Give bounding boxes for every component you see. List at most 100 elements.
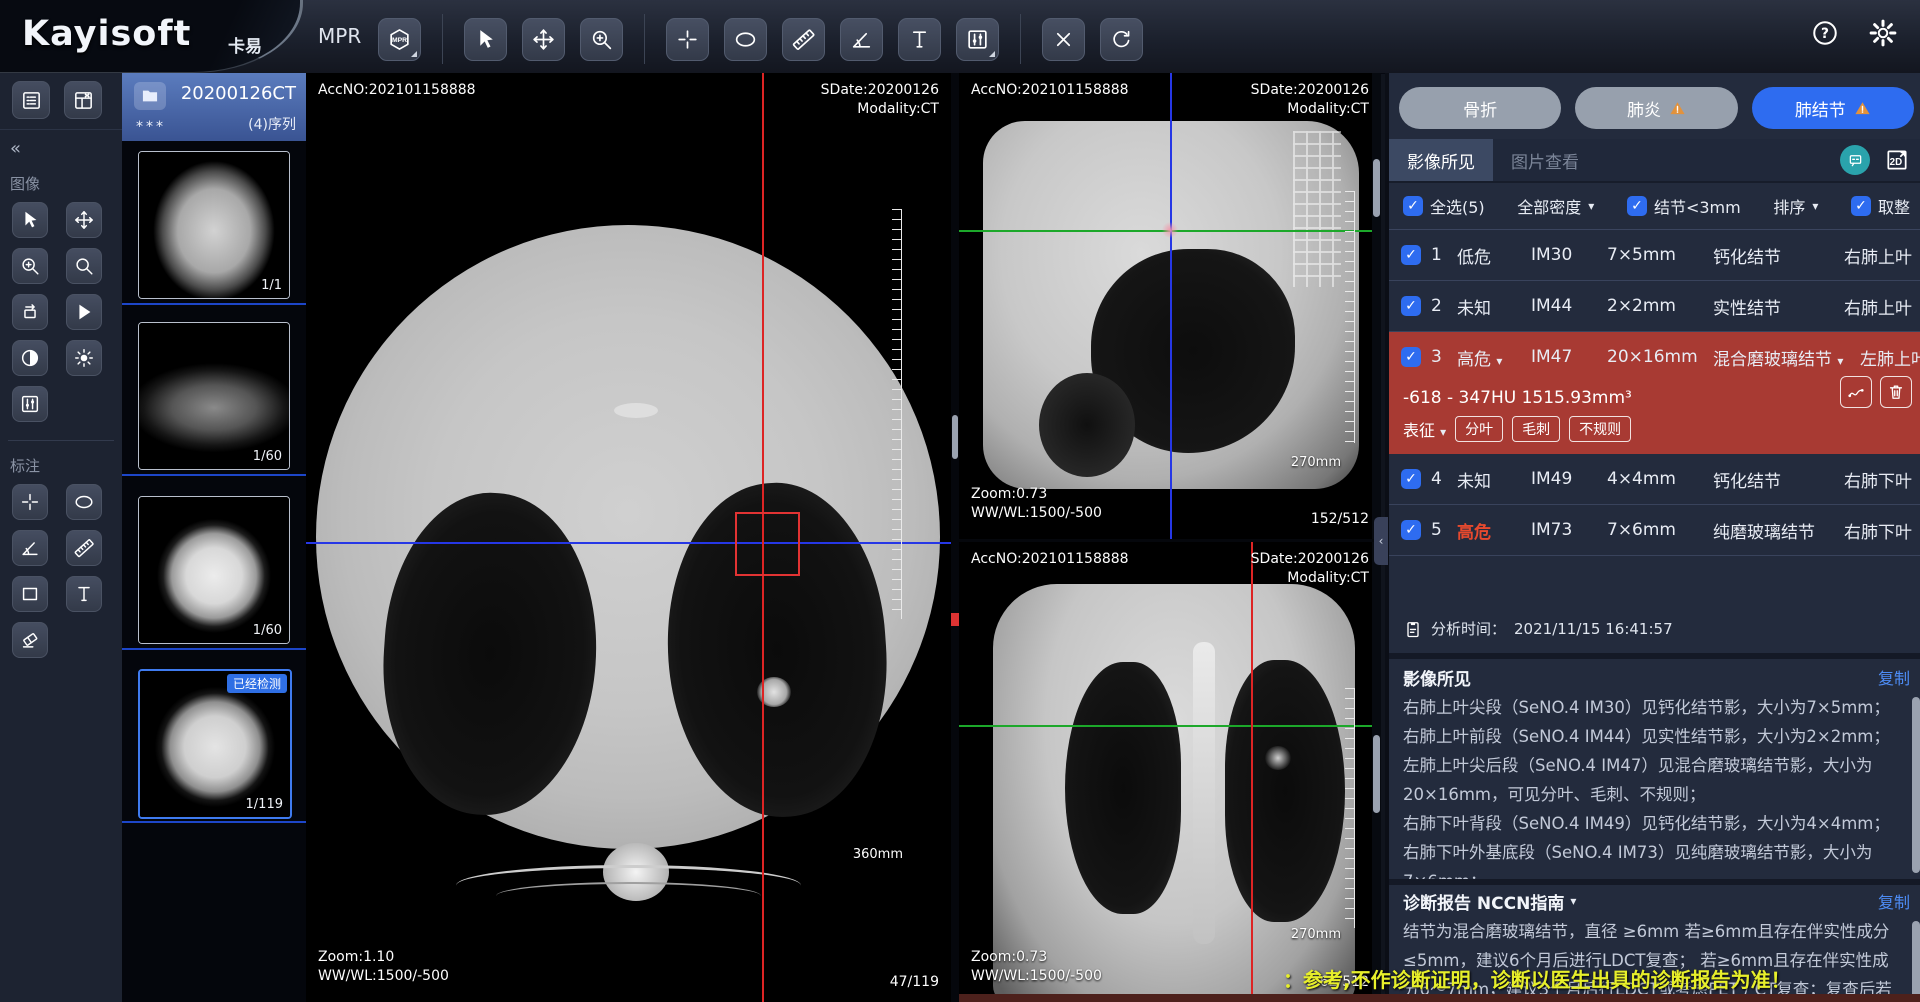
select-all-checkbox[interactable]: ✓ (1403, 196, 1423, 216)
crosshair-horizontal[interactable] (959, 725, 1381, 727)
left-lung (1225, 660, 1345, 922)
crosshair-vertical[interactable] (1170, 73, 1172, 539)
clipboard-slot (1403, 619, 1423, 639)
open-study-button[interactable] (134, 82, 166, 110)
nodule-row-expanded[interactable]: ✓3高危 ▾IM4720×16mm混合磨玻璃结节 ▾左肺上叶 ▾-618 - 3… (1389, 332, 1920, 454)
invert-tool-button[interactable] (12, 340, 48, 376)
eraser-tool-button[interactable] (12, 622, 48, 658)
nodule-row[interactable]: ✓1低危IM307×5mm钙化结节右肺上叶 (1389, 230, 1920, 281)
brightness-tool-button[interactable] (66, 340, 102, 376)
round-checkbox[interactable]: ✓ (1851, 196, 1871, 216)
viewport-divider (951, 73, 959, 1002)
angle-tool-button[interactable] (12, 530, 48, 566)
pan-tool-button[interactable] (66, 202, 102, 238)
angle-tool-button[interactable] (840, 18, 883, 61)
series-thumbnail[interactable]: 1/60 (138, 496, 290, 644)
ellipse-tool-button[interactable] (66, 484, 102, 520)
series-thumbnail[interactable]: 已经检测1/119 (138, 669, 292, 819)
view-tab-group: 影像所见图片查看 (1389, 139, 1597, 181)
pan-tool-button[interactable] (522, 18, 565, 61)
findings-scrollbar-thumb[interactable] (1912, 697, 1920, 873)
chevron-down-icon[interactable]: ▾ (1570, 894, 1576, 908)
nodule-checkbox[interactable]: ✓ (1401, 469, 1421, 489)
zoom-in-tool-button[interactable] (580, 18, 623, 61)
pointer-tool-button[interactable] (464, 18, 507, 61)
view-2d-button[interactable]: 2D (1882, 145, 1912, 175)
patient-anonymized: *** (136, 119, 166, 135)
nodule-row[interactable]: ✓4未知IM494×4mm钙化结节右肺下叶 (1389, 454, 1920, 505)
select-all-filter[interactable]: ✓ 全选(5) (1403, 194, 1485, 218)
disease-tab-label: 肺结节 (1795, 96, 1846, 121)
flag-tool-button[interactable] (66, 294, 102, 330)
text-tool-button[interactable] (66, 576, 102, 612)
nodule-row[interactable]: ✓5高危IM737×6mm纯磨玻璃结节右肺下叶 (1389, 505, 1920, 556)
scrollbar-thumb[interactable] (1373, 159, 1380, 217)
disease-tab-肺结节[interactable]: 肺结节 (1752, 87, 1914, 129)
analysis-time-value: 2021/11/15 16:41:57 (1514, 620, 1673, 638)
nodule-row[interactable]: ✓3高危 ▾IM4720×16mm混合磨玻璃结节 ▾左肺上叶 ▾ (1389, 332, 1920, 382)
nodule-image-index: IM30 (1531, 245, 1607, 265)
view-tab-图片查看[interactable]: 图片查看 (1493, 139, 1597, 181)
crosshair-horizontal[interactable] (306, 542, 951, 544)
traits-dropdown[interactable]: 表征 ▾ (1403, 417, 1446, 441)
ruler-tool-button[interactable] (782, 18, 825, 61)
trait-tag[interactable]: 分叶 (1455, 416, 1503, 442)
delete-tool-button[interactable] (1042, 18, 1085, 61)
text-icon (73, 583, 95, 605)
pointer-tool-button[interactable] (12, 202, 48, 238)
disease-tab-肺炎[interactable]: 肺炎 (1575, 87, 1737, 129)
view-tab-影像所见[interactable]: 影像所见 (1389, 139, 1493, 181)
nodule-roi-box[interactable] (735, 512, 800, 576)
text-tool-button[interactable] (898, 18, 941, 61)
window-level-tool-button[interactable] (12, 386, 48, 422)
sort-dropdown[interactable]: 排序 ▾ (1773, 194, 1818, 218)
series-thumbnail[interactable]: 1/1 (138, 151, 290, 299)
nodule-checkbox[interactable]: ✓ (1401, 296, 1421, 316)
divider-drag-handle[interactable] (952, 415, 958, 459)
small-nodule-filter[interactable]: ✓ 结节<3mm (1627, 194, 1741, 218)
help-button[interactable]: ? (1810, 18, 1840, 48)
nodule-checkbox[interactable]: ✓ (1401, 245, 1421, 265)
nodule-row[interactable]: ✓2未知IM442×2mm实性结节右肺上叶 (1389, 281, 1920, 332)
window-level-tool-button[interactable] (956, 18, 999, 61)
copy-report-link[interactable]: 复制 (1878, 889, 1910, 913)
ruler-tool-button[interactable] (66, 530, 102, 566)
copy-findings-link[interactable]: 复制 (1878, 665, 1910, 689)
series-thumbnail[interactable]: 1/60 (138, 322, 290, 470)
viewport-axial[interactable]: AccNO:202101158888 SDate:20200126 Modali… (306, 73, 951, 1002)
layout-button[interactable] (64, 81, 102, 119)
disease-tab-骨折[interactable]: 骨折 (1399, 87, 1561, 129)
rotate-tool-button[interactable] (12, 294, 48, 330)
reset-tool-button[interactable] (1100, 18, 1143, 61)
collapse-strip-button[interactable]: « (0, 130, 122, 159)
round-filter[interactable]: ✓ 取整 (1851, 194, 1910, 218)
report-chat-button[interactable] (1840, 145, 1870, 175)
density-dropdown[interactable]: 全部密度 ▾ (1517, 194, 1594, 218)
nodule-checkbox[interactable]: ✓ (1401, 520, 1421, 540)
findings-section: 影像所见 复制 右肺上叶尖段（SeNO.4 IM30）见钙化结节影，大小为7×5… (1389, 661, 1920, 879)
magnify-tool-button[interactable] (66, 248, 102, 284)
viewport-coronal[interactable]: AccNO:202101158888 SDate:20200126 Modali… (959, 542, 1381, 1002)
settings-button[interactable] (1868, 18, 1898, 48)
trait-tag[interactable]: 毛刺 (1512, 416, 1560, 442)
rectangle-tool-button[interactable] (12, 576, 48, 612)
nodule-type: 混合磨玻璃结节 ▾ (1713, 345, 1843, 370)
crosshair-tool-button[interactable] (12, 484, 48, 520)
small-nodule-checkbox[interactable]: ✓ (1627, 196, 1647, 216)
ellipse-tool-button[interactable] (724, 18, 767, 61)
scale-label: 270mm (1291, 925, 1341, 944)
mpr-tool-button[interactable]: MPR (378, 18, 421, 61)
panel-collapse-tab[interactable]: ‹ (1374, 517, 1388, 565)
viewport-sagittal[interactable]: AccNO:202101158888 SDate:20200126 Modali… (959, 73, 1381, 539)
scrollbar-thumb[interactable] (1373, 735, 1380, 813)
zoom-in-tool-button[interactable] (12, 248, 48, 284)
series-list-button[interactable] (12, 81, 50, 119)
angle-icon (849, 27, 874, 52)
crosshair-tool-button[interactable] (666, 18, 709, 61)
nodule-checkbox[interactable]: ✓ (1401, 347, 1421, 367)
crosshair-vertical[interactable] (1251, 542, 1253, 1002)
delete-nodule-button[interactable] (1880, 376, 1912, 408)
report-scrollbar-thumb[interactable] (1912, 921, 1920, 999)
trait-tag[interactable]: 不规则 (1569, 416, 1631, 442)
segmentation-button[interactable] (1840, 376, 1872, 408)
